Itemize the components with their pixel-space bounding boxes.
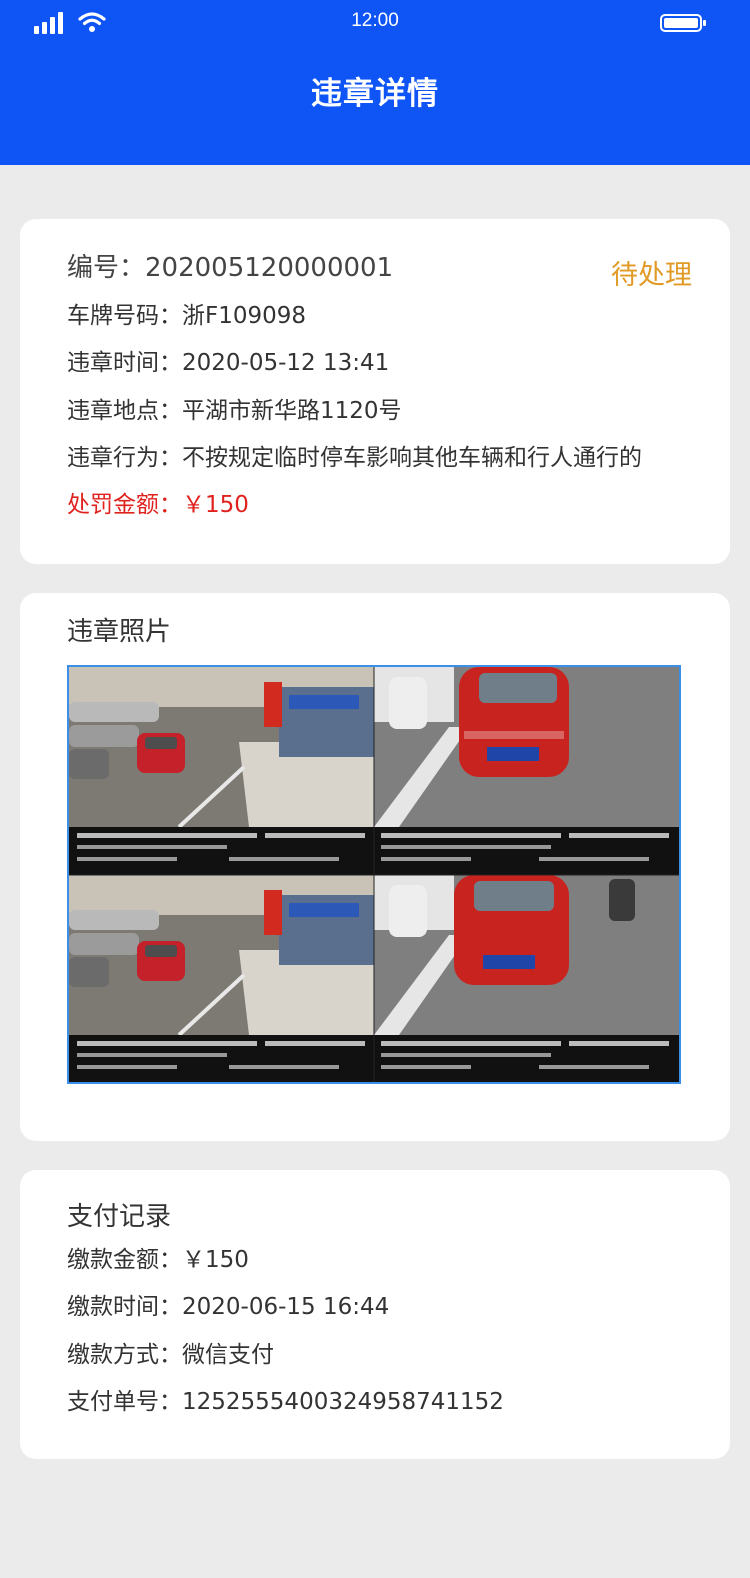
violation-location-value: 平湖市新华路1120号: [182, 398, 402, 424]
payment-amount-label: 缴款金额：: [67, 1247, 182, 1273]
payment-method-row: 缴款方式：微信支付: [67, 1340, 274, 1370]
payment-time-value: 2020-06-15 16:44: [182, 1294, 390, 1320]
violation-number-label: 编号：: [67, 253, 146, 283]
payment-record-card: 支付记录 缴款金额：￥150 缴款时间：2020-06-15 16:44 缴款方…: [20, 1170, 730, 1459]
payment-order-value: 1252555400324958741152: [182, 1389, 504, 1415]
violation-location-row: 违章地点：平湖市新华路1120号: [67, 396, 402, 426]
fine-amount-label: 处罚金额：: [67, 492, 182, 518]
violation-behavior-value: 不按规定临时停车影响其他车辆和行人通行的: [182, 445, 642, 471]
violation-number: 编号：202005120000001: [67, 253, 393, 283]
page-title: 违章详情: [311, 76, 439, 112]
battery-icon: [660, 14, 706, 32]
photo-quadrant-top-left: [69, 667, 374, 875]
payment-method-label: 缴款方式：: [67, 1342, 182, 1368]
violation-info-card: 编号：202005120000001 待处理 车牌号码：浙F109098 违章时…: [20, 219, 730, 564]
status-bar-time: 12:00: [351, 10, 399, 31]
photo-quadrant-top-right: [374, 667, 679, 875]
photo-quadrant-bottom-left: [69, 875, 374, 1082]
violation-time-label: 违章时间：: [67, 350, 182, 376]
payment-order-row: 支付单号：1252555400324958741152: [67, 1387, 504, 1417]
violation-photo-card: 违章照片: [20, 593, 730, 1141]
plate-value: 浙F109098: [182, 303, 307, 329]
violation-location-label: 违章地点：: [67, 398, 182, 424]
payment-time-row: 缴款时间：2020-06-15 16:44: [67, 1292, 389, 1322]
violation-behavior-row: 违章行为：不按规定临时停车影响其他车辆和行人通行的: [67, 443, 642, 473]
violation-photo[interactable]: [67, 665, 681, 1084]
photo-section-title: 违章照片: [67, 617, 172, 647]
violation-photo-image: [69, 667, 679, 1082]
payment-amount-row: 缴款金额：￥150: [67, 1245, 249, 1275]
plate-row: 车牌号码：浙F109098: [67, 301, 306, 331]
fine-amount-row: 处罚金额：￥150: [67, 490, 249, 520]
violation-number-value: 202005120000001: [145, 253, 394, 283]
payment-method-value: 微信支付: [182, 1342, 274, 1368]
fine-amount-value: ￥150: [182, 492, 249, 518]
status-badge: 待处理: [611, 260, 692, 291]
violation-time-row: 违章时间：2020-05-12 13:41: [67, 348, 389, 378]
header-bar: 12:00 违章详情: [0, 0, 750, 165]
photo-quadrant-bottom-right: [374, 875, 679, 1082]
plate-label: 车牌号码：: [67, 303, 182, 329]
payment-time-label: 缴款时间：: [67, 1294, 182, 1320]
payment-amount-value: ￥150: [182, 1247, 249, 1273]
violation-behavior-label: 违章行为：: [67, 445, 182, 471]
violation-time-value: 2020-05-12 13:41: [182, 350, 390, 376]
payment-section-title: 支付记录: [67, 1202, 172, 1232]
payment-order-label: 支付单号：: [67, 1389, 182, 1415]
